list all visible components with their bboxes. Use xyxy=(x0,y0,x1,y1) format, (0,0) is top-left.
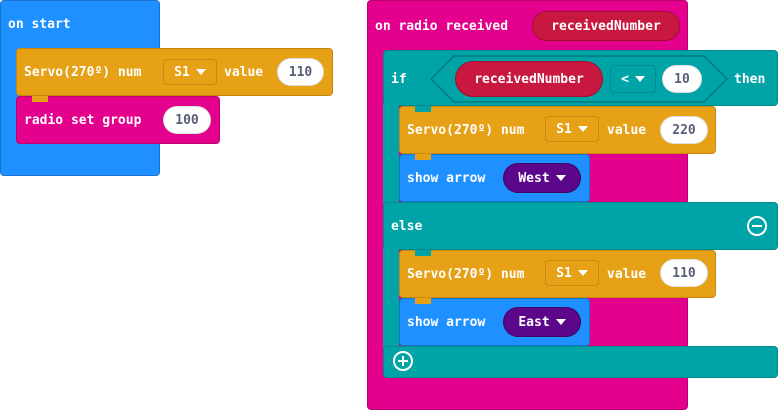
on-radio-received-label: on radio received xyxy=(375,19,509,34)
chevron-down-icon xyxy=(577,126,588,132)
pin-dropdown[interactable]: S1 xyxy=(545,260,599,286)
value-label: value xyxy=(607,123,647,138)
arrow-direction-value: West xyxy=(518,170,550,186)
block-notch xyxy=(32,96,48,102)
block-notch xyxy=(415,106,431,112)
show-arrow-label: show arrow xyxy=(407,315,486,330)
servo-label: Servo(270º) num xyxy=(24,65,142,80)
block-notch xyxy=(415,250,431,256)
pin-dropdown[interactable]: S1 xyxy=(163,59,217,85)
received-number-param[interactable]: receivedNumber xyxy=(532,11,680,41)
compare-value-input[interactable]: 10 xyxy=(662,65,702,93)
received-number-variable[interactable]: receivedNumber xyxy=(455,61,603,97)
chevron-down-icon xyxy=(555,175,566,181)
radio-set-group-label: radio set group xyxy=(24,113,142,128)
chevron-down-icon xyxy=(634,76,645,82)
arrow-direction-dropdown[interactable]: East xyxy=(503,307,581,337)
servo-label: Servo(270º) num xyxy=(407,123,525,138)
plus-circle-icon[interactable] xyxy=(393,351,413,371)
then-label: then xyxy=(734,72,766,87)
value-label: value xyxy=(224,65,264,80)
servo-value-input[interactable]: 220 xyxy=(660,116,708,144)
block-notch xyxy=(415,298,431,304)
pin-value: S1 xyxy=(556,121,572,137)
group-value-input[interactable]: 100 xyxy=(163,106,211,134)
else-label: else xyxy=(391,219,423,234)
pin-value: S1 xyxy=(174,64,190,80)
pin-dropdown[interactable]: S1 xyxy=(545,116,599,142)
value-label: value xyxy=(607,267,647,282)
servo-label: Servo(270º) num xyxy=(407,267,525,282)
servo-value-input[interactable]: 110 xyxy=(277,58,324,86)
arrow-direction-value: East xyxy=(518,314,550,330)
servo-value-input[interactable]: 110 xyxy=(660,259,708,287)
chevron-down-icon xyxy=(555,319,566,325)
operator-dropdown[interactable]: < xyxy=(610,65,656,93)
operator-value: < xyxy=(621,71,629,87)
chevron-down-icon xyxy=(577,270,588,276)
chevron-down-icon xyxy=(195,69,206,75)
show-arrow-label: show arrow xyxy=(407,171,486,186)
arrow-direction-dropdown[interactable]: West xyxy=(503,163,581,193)
block-notch xyxy=(415,154,431,160)
on-start-label: on start xyxy=(8,17,71,32)
minus-circle-icon[interactable] xyxy=(747,216,767,236)
if-label: if xyxy=(391,72,407,87)
pin-value: S1 xyxy=(556,265,572,281)
